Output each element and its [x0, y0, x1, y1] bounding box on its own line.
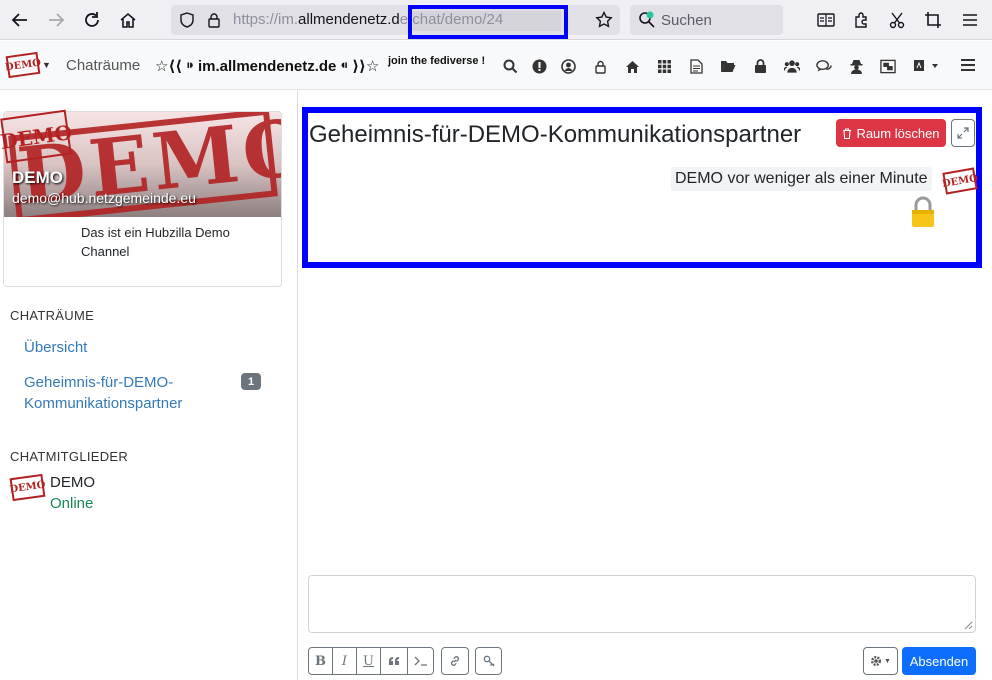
key-icon: [483, 655, 494, 667]
browser-toolbar: https://im.allmendenetz.de/chat/demo/24 …: [0, 0, 992, 40]
message-meta: DEMO vor weniger als einer Minute: [671, 167, 932, 191]
file-icon[interactable]: [688, 58, 704, 74]
underline-button[interactable]: U: [356, 647, 381, 675]
lock-icon[interactable]: [752, 58, 768, 74]
url-bar[interactable]: https://im.allmendenetz.de/chat/demo/24: [171, 5, 620, 39]
profile-name[interactable]: DEMO: [12, 168, 63, 188]
italic-button[interactable]: I: [332, 647, 357, 675]
extensions-icon[interactable]: [853, 11, 871, 29]
chat-message-input[interactable]: [308, 575, 976, 633]
caret-down-icon[interactable]: ▼: [42, 60, 51, 70]
send-button[interactable]: Absenden: [902, 647, 976, 675]
members-section-title: CHATMITGLIEDER: [10, 449, 129, 464]
home-icon[interactable]: [116, 8, 140, 32]
trash-icon: [843, 127, 852, 139]
user-circle-icon[interactable]: [560, 58, 576, 74]
folder-open-icon[interactable]: [720, 58, 736, 74]
users-icon[interactable]: [784, 58, 800, 74]
language-icon[interactable]: [912, 58, 940, 74]
user-secret-icon[interactable]: [848, 58, 864, 74]
app-navbar: DEMO ▼ Chaträume ☆⟨⟨ ⁍ im.allmendenetz.d…: [0, 41, 992, 90]
sidebar-item-room[interactable]: Geheimnis-für-DEMO-Kommunikationspartner: [24, 372, 224, 414]
browser-menu-icon[interactable]: [961, 11, 979, 29]
forward-icon[interactable]: [44, 8, 68, 32]
home-icon[interactable]: [624, 58, 640, 74]
room-member-count-badge: 1: [241, 373, 261, 390]
delete-room-label: Raum löschen: [856, 125, 940, 141]
nav-fediverse-link[interactable]: join the fediverse !: [388, 55, 485, 67]
search-icon: [638, 11, 656, 29]
sidebar-item-overview[interactable]: Übersicht: [24, 337, 87, 358]
link-icon: [450, 656, 460, 666]
settings-dropdown-button[interactable]: ▼: [863, 647, 898, 675]
caret-down-icon: ▼: [884, 657, 891, 665]
chat-room-title: Geheimnis-für-DEMO-Kommunikationspartner: [309, 121, 802, 148]
search-placeholder: Suchen: [661, 12, 712, 29]
bookmark-star-icon[interactable]: [595, 11, 613, 29]
encrypt-button[interactable]: [475, 647, 502, 675]
delete-room-button[interactable]: Raum löschen: [836, 119, 946, 147]
expand-button[interactable]: [951, 119, 975, 147]
member-name[interactable]: DEMO: [50, 474, 95, 491]
quote-icon: [389, 657, 399, 665]
code-button[interactable]: [407, 647, 434, 675]
lock-icon[interactable]: [206, 11, 222, 29]
bold-button[interactable]: B: [308, 647, 333, 675]
underline-icon: U: [363, 653, 374, 669]
apps-grid-icon[interactable]: [656, 58, 672, 74]
quote-button[interactable]: [380, 647, 408, 675]
profile-address: demo@hub.netzgemeinde.eu: [12, 190, 196, 206]
gear-icon: [871, 656, 882, 666]
resize-handle-icon[interactable]: [964, 621, 973, 630]
expand-icon: [957, 127, 969, 139]
shield-icon[interactable]: [179, 11, 195, 29]
search-bar[interactable]: Suchen: [630, 5, 783, 35]
profile-avatar[interactable]: DEMO: [0, 109, 73, 164]
nav-site-name[interactable]: ☆⟨⟨ ⁍ im.allmendenetz.de ⁌ ⟩⟩☆: [155, 57, 379, 75]
link-button[interactable]: [441, 647, 469, 675]
reload-icon[interactable]: [80, 8, 104, 32]
search-icon[interactable]: [502, 58, 518, 74]
bold-icon: B: [315, 653, 326, 669]
back-icon[interactable]: [8, 8, 32, 32]
chat-bubbles-icon[interactable]: [816, 58, 832, 74]
object-group-icon[interactable]: [880, 58, 896, 74]
app-menu-icon[interactable]: [960, 56, 976, 77]
profile-description: Das ist ein Hubzilla Demo Channel: [81, 225, 230, 259]
exclamation-circle-icon[interactable]: [531, 58, 547, 74]
member-status: Online: [50, 495, 94, 512]
encrypted-lock-icon[interactable]: [910, 196, 936, 228]
url-highlight-box: [408, 5, 568, 39]
crop-icon[interactable]: [924, 11, 942, 29]
chatrooms-section-title: CHATRÄUME: [10, 308, 95, 323]
nav-chatrooms-link[interactable]: Chaträume: [66, 57, 140, 74]
site-logo[interactable]: DEMO: [4, 51, 42, 79]
reader-view-icon[interactable]: [817, 11, 835, 29]
italic-icon: I: [341, 653, 348, 669]
user-lock-icon[interactable]: [592, 58, 608, 74]
terminal-icon: [414, 656, 427, 666]
content-divider: [297, 90, 298, 680]
member-avatar[interactable]: DEMO: [9, 473, 46, 502]
scissors-icon[interactable]: [888, 11, 906, 29]
